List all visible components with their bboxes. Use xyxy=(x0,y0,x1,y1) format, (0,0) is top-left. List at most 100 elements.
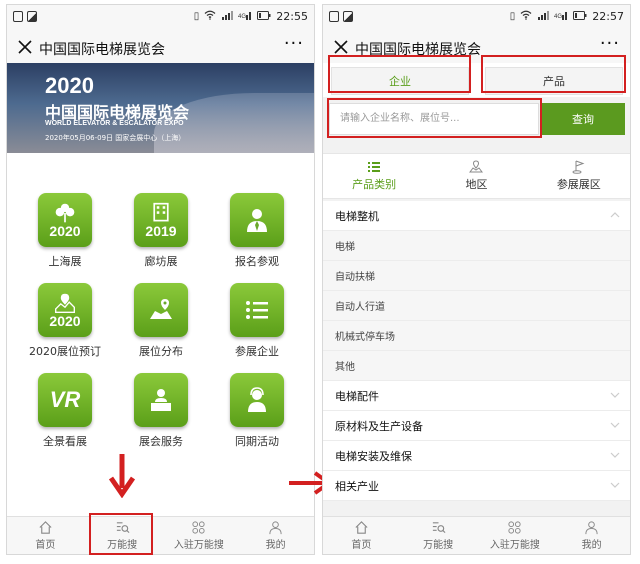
category-materials-equipment[interactable]: 原材料及生产设备 xyxy=(323,411,630,441)
tab-label: 我的 xyxy=(265,540,286,551)
filter-exhibition-zone[interactable]: 参展展区 xyxy=(528,154,630,198)
grid-item-label: 展会服务 xyxy=(139,435,183,448)
home-icon xyxy=(355,521,368,534)
person-tie-icon xyxy=(230,193,284,247)
bottom-tab-bar: 首页 万能搜 入驻万能搜 我的 xyxy=(7,516,314,554)
grid-item-concurrent-events[interactable]: 同期活动 xyxy=(209,373,305,449)
annotation-highlight-search-tab xyxy=(89,513,153,555)
filter-label: 产品类别 xyxy=(352,178,397,191)
grid-item-panorama-view[interactable]: VR 全景看展 xyxy=(17,373,113,449)
filter-label: 参展展区 xyxy=(556,178,601,191)
map-pin-icon: 2020 xyxy=(38,283,92,337)
filter-region[interactable]: 地区 xyxy=(425,154,527,198)
grid-item-expo-service[interactable]: 展会服务 xyxy=(113,373,209,449)
grid-item-register-visit[interactable]: 报名参观 xyxy=(209,193,305,269)
grid-item-shanghai-expo[interactable]: 2020 上海展 xyxy=(17,193,113,269)
tab-label: 入驻万能搜 xyxy=(173,540,224,551)
status-icons-right: ▯ 4G 22:57 xyxy=(510,10,624,23)
list-icon xyxy=(230,283,284,337)
grid-item-label: 同期活动 xyxy=(235,435,279,448)
home-icon xyxy=(39,521,52,534)
more-options-icon[interactable]: ··· xyxy=(284,33,304,54)
wifi-icon xyxy=(204,10,216,23)
tab-home[interactable]: 首页 xyxy=(323,517,400,554)
category-label: 相关产业 xyxy=(335,479,379,493)
subcategory-escalator[interactable]: 自动扶梯 xyxy=(323,261,630,291)
flag-icon xyxy=(572,160,585,174)
page-title: 中国国际电梯展览会 xyxy=(39,42,165,58)
left-phone-screen: ▯ 4G 22:55 中国国际电梯展览会 ··· 2020 中国国际电梯展览会 … xyxy=(6,4,315,555)
filter-label: 地区 xyxy=(465,178,488,191)
category-label: 电梯安装及维保 xyxy=(335,449,412,463)
grid-apps-icon xyxy=(192,521,205,534)
tab-label: 万能搜 xyxy=(423,540,454,551)
category-list: 电梯整机 电梯 自动扶梯 自动人行道 机械式停车场 其他 电梯配件 原材料及生产… xyxy=(323,201,630,501)
filter-product-category[interactable]: 产品类别 xyxy=(323,154,425,198)
tile-badge: 2020 xyxy=(49,313,81,329)
tile-badge: 2019 xyxy=(145,223,177,239)
grid-item-booth-layout[interactable]: 展位分布 xyxy=(113,283,209,359)
status-bar: ▯ 4G 22:55 xyxy=(7,5,314,29)
expo-banner[interactable]: 2020 中国国际电梯展览会 WORLD ELEVATOR & ESCALATO… xyxy=(7,63,314,153)
status-bar: ▯ 4G 22:57 xyxy=(323,5,630,29)
status-icons-right: ▯ 4G 22:55 xyxy=(194,10,308,23)
category-label: 原材料及生产设备 xyxy=(335,419,423,433)
notification-icon xyxy=(329,11,339,22)
category-elevator-parts[interactable]: 电梯配件 xyxy=(323,381,630,411)
subcategory-moving-walkway[interactable]: 自动人行道 xyxy=(323,291,630,321)
grid-item-langfang-expo[interactable]: 2019 廊坊展 xyxy=(113,193,209,269)
tab-join-search[interactable]: 入驻万能搜 xyxy=(477,517,554,554)
feature-grid-area: 2020 上海展 2019 廊坊展 报名参观 2020 2020展位预订 展位分… xyxy=(7,153,314,519)
annotation-highlight-product-tab xyxy=(481,55,626,93)
grid-item-booth-booking[interactable]: 2020 2020展位预订 xyxy=(17,283,113,359)
category-installation-maintenance[interactable]: 电梯安装及维保 xyxy=(323,441,630,471)
annotation-arrow-down-icon xyxy=(108,454,136,498)
vibrate-icon: ▯ xyxy=(193,11,200,22)
chevron-down-icon xyxy=(610,392,620,398)
subcategory-elevator[interactable]: 电梯 xyxy=(323,231,630,261)
tab-label: 首页 xyxy=(35,540,56,551)
tab-mine[interactable]: 我的 xyxy=(553,517,630,554)
annotation-highlight-search-input xyxy=(327,98,542,138)
tab-home[interactable]: 首页 xyxy=(7,517,84,554)
tab-label: 首页 xyxy=(351,540,372,551)
chevron-down-icon xyxy=(610,482,620,488)
subcategory-mechanical-parking[interactable]: 机械式停车场 xyxy=(323,321,630,351)
category-related-industries[interactable]: 相关产业 xyxy=(323,471,630,501)
grid-item-label: 全景看展 xyxy=(43,435,87,448)
signal-icon xyxy=(221,10,234,23)
building-icon: 2019 xyxy=(134,193,188,247)
category-elevator-complete[interactable]: 电梯整机 xyxy=(323,201,630,231)
subcategory-other[interactable]: 其他 xyxy=(323,351,630,381)
user-icon xyxy=(585,521,598,535)
grid-item-label: 参展企业 xyxy=(235,345,279,358)
banner-year: 2020 xyxy=(45,73,94,98)
svg-text:4G: 4G xyxy=(554,14,562,20)
tab-universal-search[interactable]: 万能搜 xyxy=(400,517,477,554)
list-icon xyxy=(368,162,381,172)
category-label: 电梯配件 xyxy=(335,389,379,403)
bottom-tab-bar: 首页 万能搜 入驻万能搜 我的 xyxy=(323,516,630,554)
banner-date-venue: 2020年05月06-09日 国家会展中心（上海） xyxy=(45,134,186,142)
category-label: 其他 xyxy=(335,362,355,373)
close-icon[interactable] xyxy=(16,38,34,56)
battery-icon xyxy=(257,10,271,23)
close-icon[interactable] xyxy=(332,38,350,56)
hd-signal-icon: 4G xyxy=(554,10,568,23)
notification-icon xyxy=(13,11,23,22)
grid-apps-icon xyxy=(508,521,521,534)
more-options-icon[interactable]: ··· xyxy=(600,33,620,54)
feature-grid: 2020 上海展 2019 廊坊展 报名参观 2020 2020展位预订 展位分… xyxy=(17,193,307,449)
tile-badge: VR xyxy=(49,387,81,412)
hd-signal-icon: 4G xyxy=(238,10,252,23)
title-bar: 中国国际电梯展览会 ··· xyxy=(7,29,314,67)
annotation-highlight-enterprise-tab xyxy=(328,55,471,93)
location-map-icon xyxy=(134,283,188,337)
grid-item-exhibitors[interactable]: 参展企业 xyxy=(209,283,305,359)
tab-join-search[interactable]: 入驻万能搜 xyxy=(161,517,238,554)
chevron-down-icon xyxy=(610,452,620,458)
search-button[interactable]: 查询 xyxy=(541,103,625,135)
status-icons-left xyxy=(13,11,37,22)
category-label: 电梯整机 xyxy=(335,209,379,223)
tab-mine[interactable]: 我的 xyxy=(237,517,314,554)
